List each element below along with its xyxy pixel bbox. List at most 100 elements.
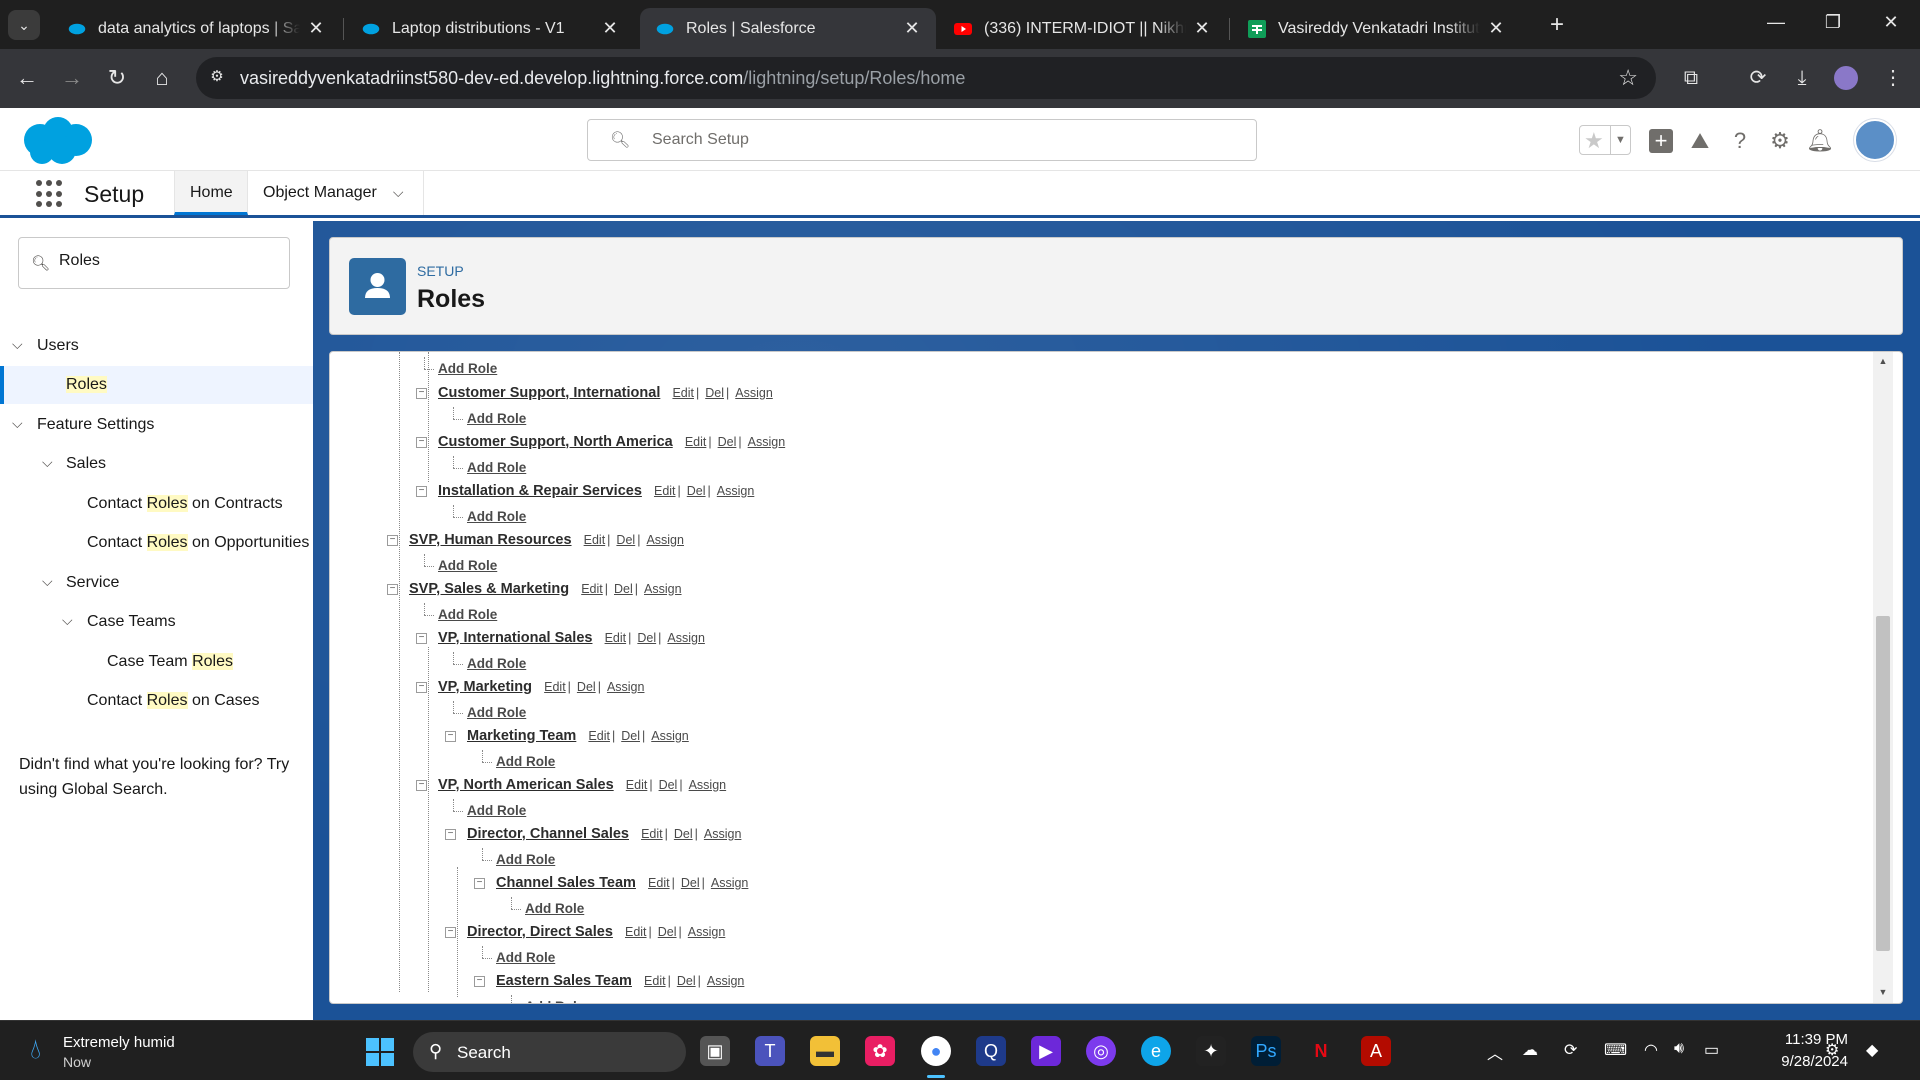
bookmark-star-icon[interactable]: ☆ xyxy=(1618,65,1638,91)
add-role-link[interactable]: Add Role xyxy=(467,656,526,671)
setup-gear-icon[interactable]: ⚙ xyxy=(1765,126,1795,156)
add-role-link[interactable]: Add Role xyxy=(467,460,526,475)
browser-tab[interactable]: Laptop distributions - V1 ✕ xyxy=(346,8,634,49)
close-tab-icon[interactable]: ✕ xyxy=(1192,18,1212,39)
downloads-icon[interactable]: ⤓ xyxy=(1787,63,1817,93)
user-avatar[interactable] xyxy=(1854,119,1896,161)
add-role-link[interactable]: Add Role xyxy=(525,999,584,1003)
salesforce-logo[interactable] xyxy=(18,116,94,166)
assign-role-link[interactable]: Assign xyxy=(711,876,749,890)
chrome-icon[interactable]: ● xyxy=(921,1036,951,1066)
browser-menu-icon[interactable]: ⋮ xyxy=(1878,63,1908,93)
volume-icon[interactable]: 🔊︎ xyxy=(1674,1040,1684,1058)
onedrive-icon[interactable]: ☁ xyxy=(1522,1040,1538,1060)
add-role-link[interactable]: Add Role xyxy=(438,361,497,376)
sync-status-icon[interactable]: ⟳ xyxy=(1564,1040,1577,1060)
sidebar-item-contact-roles-cases[interactable]: Contact Roles on Cases xyxy=(0,682,313,720)
chevron-down-icon[interactable]: ⌵ xyxy=(42,573,53,590)
minimize-icon[interactable]: — xyxy=(1761,12,1791,33)
keyboard-icon[interactable]: ⌨ xyxy=(1604,1040,1627,1060)
scroll-up-icon[interactable]: ▲ xyxy=(1876,356,1890,370)
star-icon[interactable]: ★ xyxy=(1584,128,1604,154)
add-role-link[interactable]: Add Role xyxy=(438,607,497,622)
collapse-toggle-icon[interactable]: − xyxy=(474,877,485,889)
sidebar-item-users[interactable]: ⌵ Users xyxy=(0,327,313,365)
del-role-link[interactable]: Del xyxy=(681,876,700,890)
role-name-link[interactable]: Customer Support, North America xyxy=(438,434,673,450)
close-tab-icon[interactable]: ✕ xyxy=(306,18,326,39)
add-role-link[interactable]: Add Role xyxy=(525,901,584,916)
restore-icon[interactable]: ❐ xyxy=(1818,12,1848,33)
breadcrumb-setup[interactable]: SETUP xyxy=(417,263,464,279)
edit-role-link[interactable]: Edit xyxy=(605,631,627,645)
app-q-icon[interactable]: Q xyxy=(976,1036,1006,1066)
chevron-down-icon[interactable]: ⌵ xyxy=(62,612,73,629)
edit-role-link[interactable]: Edit xyxy=(544,680,566,694)
edit-role-link[interactable]: Edit xyxy=(626,778,648,792)
collapse-toggle-icon[interactable]: − xyxy=(416,485,427,497)
collapse-toggle-icon[interactable]: − xyxy=(416,779,427,791)
copilot-icon[interactable]: ◆ xyxy=(1866,1040,1878,1060)
assign-role-link[interactable]: Assign xyxy=(651,729,689,743)
add-role-link[interactable]: Add Role xyxy=(467,411,526,426)
site-info-icon[interactable]: ⚙ xyxy=(206,67,228,89)
collapse-toggle-icon[interactable]: − xyxy=(387,534,398,546)
sidebar-item-service[interactable]: ⌵ Service xyxy=(0,564,313,602)
quick-find-box[interactable]: 🔍︎ xyxy=(18,237,290,289)
edit-role-link[interactable]: Edit xyxy=(641,827,663,841)
role-name-link[interactable]: VP, North American Sales xyxy=(438,777,614,793)
edge-icon[interactable]: e xyxy=(1141,1036,1171,1066)
collapse-toggle-icon[interactable]: − xyxy=(445,730,456,742)
flower-app-icon[interactable]: ✿ xyxy=(865,1036,895,1066)
new-tab-icon[interactable]: + xyxy=(1543,12,1571,40)
notifications-bell-icon[interactable]: 🔔︎ xyxy=(1805,126,1835,156)
close-tab-icon[interactable]: ✕ xyxy=(902,18,922,39)
collapse-toggle-icon[interactable]: − xyxy=(387,583,398,595)
scroll-down-icon[interactable]: ▼ xyxy=(1876,987,1890,1001)
sidebar-item-sales[interactable]: ⌵ Sales xyxy=(0,445,313,483)
role-name-link[interactable]: Marketing Team xyxy=(467,728,576,744)
del-role-link[interactable]: Del xyxy=(621,729,640,743)
del-role-link[interactable]: Del xyxy=(674,827,693,841)
role-name-link[interactable]: Channel Sales Team xyxy=(496,875,636,891)
address-bar[interactable]: ⚙ vasireddyvenkatadriinst580-dev-ed.deve… xyxy=(196,57,1656,99)
battery-icon[interactable]: ▭ xyxy=(1704,1040,1719,1060)
del-role-link[interactable]: Del xyxy=(616,533,635,547)
settings-gear-icon[interactable]: ⚙ xyxy=(1825,1040,1839,1060)
profile-avatar[interactable] xyxy=(1831,63,1861,93)
sidebar-item-case-team-roles[interactable]: Case Team Roles xyxy=(0,643,313,681)
back-icon[interactable]: ← xyxy=(12,63,42,93)
add-role-link[interactable]: Add Role xyxy=(467,803,526,818)
app-launcher-icon[interactable] xyxy=(36,180,64,208)
assign-role-link[interactable]: Assign xyxy=(644,582,682,596)
tab-object-manager[interactable]: Object Manager ⌵ xyxy=(248,171,424,215)
close-tab-icon[interactable]: ✕ xyxy=(600,18,620,39)
assign-role-link[interactable]: Assign xyxy=(717,484,755,498)
chevron-down-icon[interactable]: ⌵ xyxy=(42,454,53,471)
close-window-icon[interactable]: ✕ xyxy=(1876,12,1906,33)
edit-role-link[interactable]: Edit xyxy=(644,974,666,988)
assign-role-link[interactable]: Assign xyxy=(748,435,786,449)
role-name-link[interactable]: Director, Direct Sales xyxy=(467,924,613,940)
edit-role-link[interactable]: Edit xyxy=(654,484,676,498)
del-role-link[interactable]: Del xyxy=(677,974,696,988)
collapse-toggle-icon[interactable]: − xyxy=(416,436,427,448)
role-name-link[interactable]: Customer Support, International xyxy=(438,385,660,401)
app-play-icon[interactable]: ▶ xyxy=(1031,1036,1061,1066)
add-role-link[interactable]: Add Role xyxy=(467,509,526,524)
del-role-link[interactable]: Del xyxy=(659,778,678,792)
role-name-link[interactable]: SVP, Human Resources xyxy=(409,532,572,548)
add-role-link[interactable]: Add Role xyxy=(496,950,555,965)
del-role-link[interactable]: Del xyxy=(577,680,596,694)
collapse-toggle-icon[interactable]: − xyxy=(445,926,456,938)
edit-role-link[interactable]: Edit xyxy=(625,925,647,939)
home-icon[interactable]: ⌂ xyxy=(147,63,177,93)
quick-find-input[interactable] xyxy=(59,252,279,270)
role-name-link[interactable]: Eastern Sales Team xyxy=(496,973,632,989)
browser-tab-active[interactable]: Roles | Salesforce ✕ xyxy=(640,8,936,49)
edit-role-link[interactable]: Edit xyxy=(685,435,707,449)
collapse-toggle-icon[interactable]: − xyxy=(416,632,427,644)
assign-role-link[interactable]: Assign xyxy=(689,778,727,792)
weather-subtitle[interactable]: Now xyxy=(63,1054,91,1070)
edit-role-link[interactable]: Edit xyxy=(648,876,670,890)
